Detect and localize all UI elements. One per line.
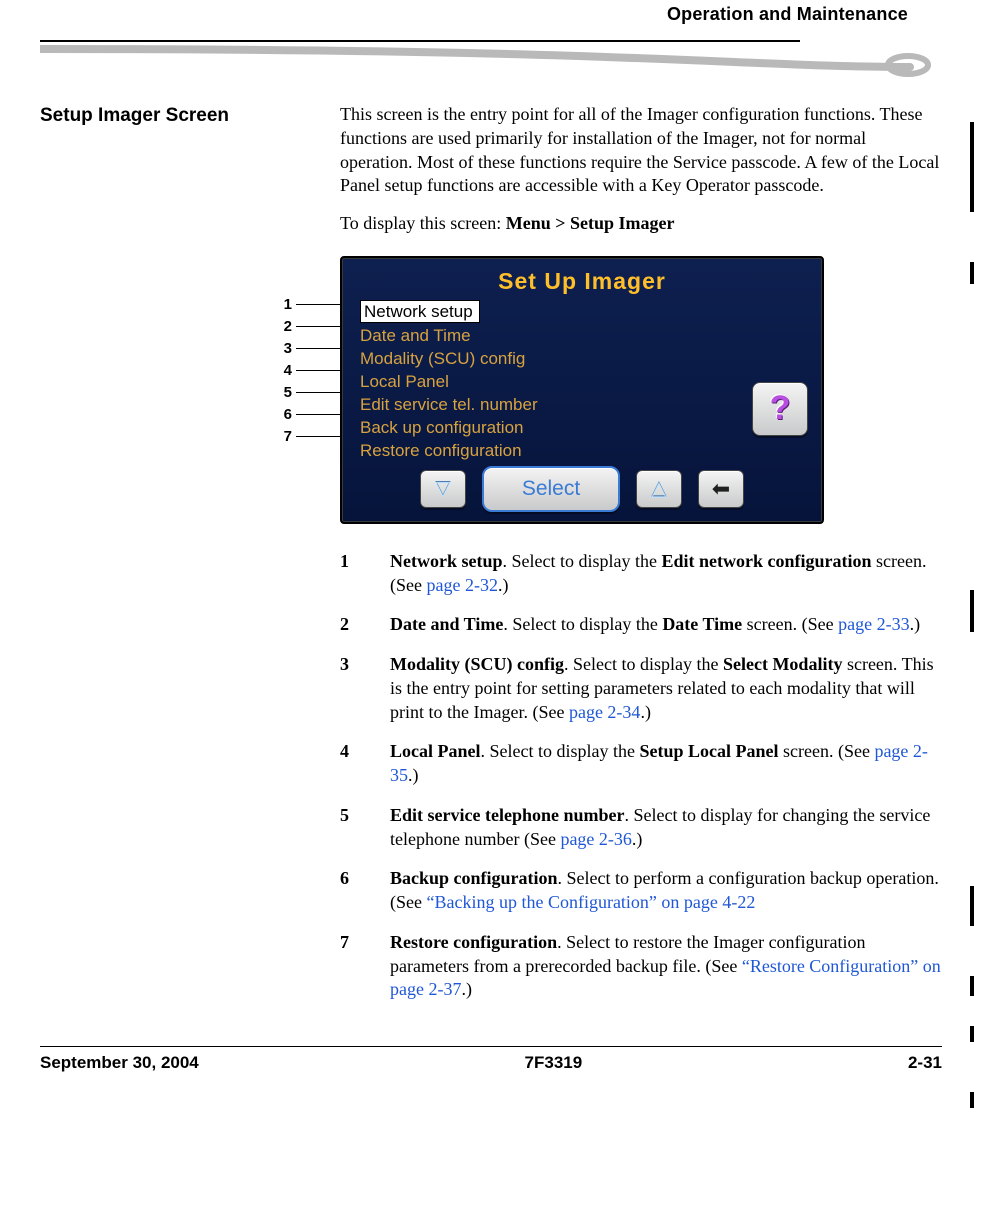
item-2: 2 Date and Time. Select to display the D… [340,613,942,637]
triangle-down-icon: ▽ [435,476,450,502]
change-bar [970,122,974,212]
panel-menu: Network setup Date and Time Modality (SC… [342,300,822,462]
footer-pagenum: 2-31 [908,1053,942,1073]
setup-imager-panel: Set Up Imager Network setup Date and Tim… [340,256,824,524]
up-button[interactable]: △ [636,470,682,508]
change-bar [970,590,974,632]
down-button[interactable]: ▽ [420,470,466,508]
link-page-2-34[interactable]: page 2-34 [569,702,640,722]
menu-item-date-time[interactable]: Date and Time [360,324,804,347]
triangle-up-icon: △ [651,476,666,502]
side-heading: Setup Imager Screen [40,103,340,127]
setup-imager-figure: 1 2 3 4 5 6 7 Set Up Imager Network setu… [340,256,942,528]
item-4: 4 Local Panel. Select to display the Set… [340,740,942,788]
item-3: 3 Modality (SCU) config. Select to displ… [340,653,942,724]
select-button[interactable]: Select [482,466,620,512]
change-bar [970,886,974,926]
item-7: 7 Restore configuration. Select to resto… [340,931,942,1002]
menu-item-restore-config[interactable]: Restore configuration [360,439,804,462]
menu-item-backup-config[interactable]: Back up configuration [360,416,804,439]
item-1: 1 Network setup. Select to display the E… [340,550,942,598]
question-icon: ? [770,386,791,431]
link-page-2-36[interactable]: page 2-36 [560,829,631,849]
arrow-left-icon: ⬅ [712,474,730,503]
header-ornament [40,29,942,79]
item-5: 5 Edit service telephone number. Select … [340,804,942,852]
link-page-2-33[interactable]: page 2-33 [838,614,909,634]
change-bar [970,976,974,996]
panel-title: Set Up Imager [342,258,822,300]
back-button[interactable]: ⬅ [698,470,744,508]
running-header: Operation and Maintenance [40,0,942,29]
main-content: This screen is the entry point for all o… [340,103,942,1018]
help-button[interactable]: ? [752,382,808,436]
change-bar [970,1092,974,1108]
change-bar [970,262,974,284]
menu-item-local-panel[interactable]: Local Panel [360,370,804,393]
menu-item-network-setup[interactable]: Network setup [360,300,480,323]
footer-docnum: 7F3319 [525,1053,583,1073]
link-backing-up-config[interactable]: “Backing up the Configuration” on page 4… [426,892,755,912]
intro-paragraph-1: This screen is the entry point for all o… [340,103,942,198]
menu-item-modality-config[interactable]: Modality (SCU) config [360,347,804,370]
link-page-2-32[interactable]: page 2-32 [426,575,497,595]
change-bar [970,1026,974,1042]
menu-item-edit-service-tel[interactable]: Edit service tel. number [360,393,804,416]
intro-paragraph-2: To display this screen: Menu > Setup Ima… [340,212,942,236]
item-6: 6 Backup configuration. Select to perfor… [340,867,942,915]
footer-date: September 30, 2004 [40,1053,199,1073]
page-footer: September 30, 2004 7F3319 2-31 [40,1046,942,1073]
